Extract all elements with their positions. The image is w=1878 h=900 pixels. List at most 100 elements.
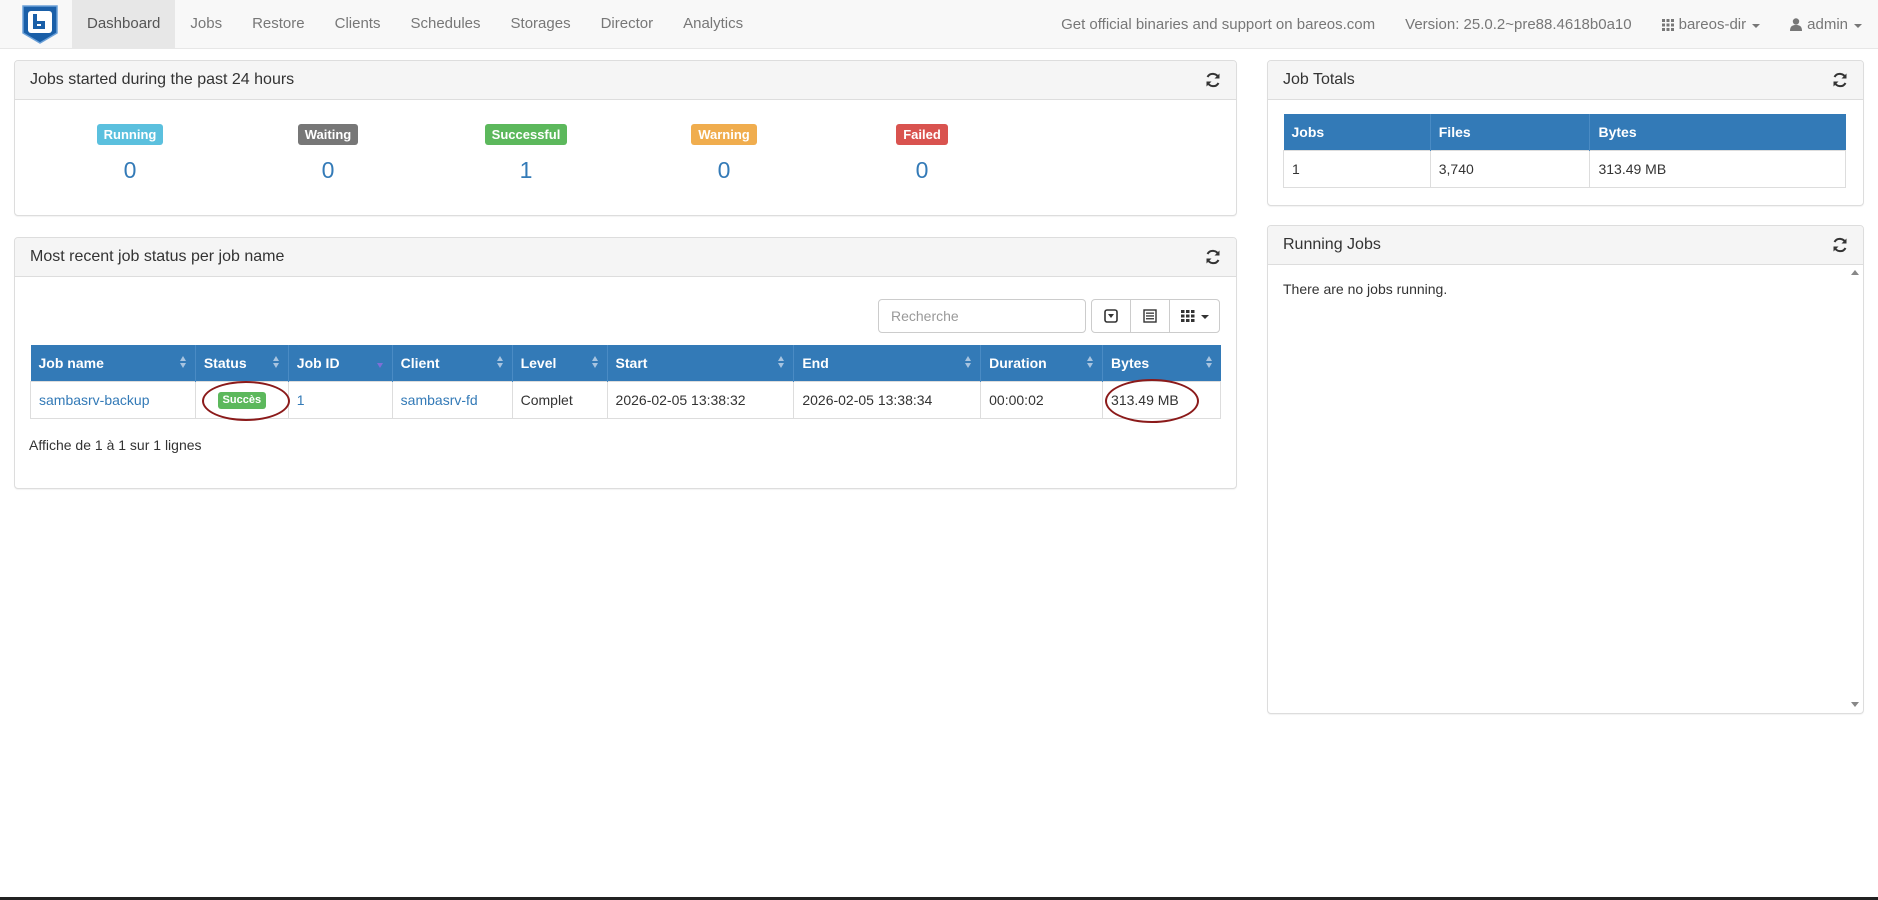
sort-icon [778, 356, 785, 370]
panel-title: Jobs started during the past 24 hours [30, 71, 295, 88]
refresh-icon[interactable] [1831, 71, 1849, 89]
sort-desc-icon [376, 356, 384, 370]
col-jobs: Jobs [1283, 114, 1431, 150]
nav-restore[interactable]: Restore [237, 0, 320, 49]
scroll-down-arrow-icon[interactable] [1851, 702, 1859, 707]
table-row: 1 3,740 313.49 MB [1283, 149, 1846, 188]
files-total-cell: 3,740 [1429, 149, 1591, 188]
sort-icon [272, 356, 280, 370]
stat-value: 0 [915, 157, 929, 183]
refresh-icon[interactable] [1204, 248, 1222, 266]
panel-title: Most recent job status per job name [30, 248, 285, 265]
jobs-total-cell: 1 [1283, 149, 1431, 188]
status-badge: Failed [896, 124, 948, 145]
status-badge: Warning [691, 124, 757, 145]
chevron-down-icon [1752, 23, 1761, 28]
version-text: Version: 25.0.2~pre88.4618b0a10 [1405, 16, 1632, 33]
panel-heading: Most recent job status per job name [15, 238, 1236, 277]
stat-running[interactable]: Running 0 [70, 124, 190, 184]
status-badge: Running [96, 124, 164, 145]
table-row: sambasrv-backup Succès 1 sambasrv-fd Com… [30, 380, 1221, 419]
main-nav: Dashboard Jobs Restore Clients Schedules… [72, 0, 758, 49]
pagination-info: Affiche de 1 à 1 sur 1 lignes [29, 437, 202, 453]
toggle-pagination-button[interactable] [1091, 299, 1131, 333]
status-badge: Successful [484, 124, 568, 145]
jobs-24h-panel: Jobs started during the past 24 hours Ru… [14, 60, 1237, 216]
stat-failed[interactable]: Failed 0 [862, 124, 982, 184]
sort-icon [591, 356, 599, 370]
panel-title: Job Totals [1283, 71, 1355, 88]
panel-heading: Running Jobs [1268, 226, 1863, 265]
collapse-icon [1104, 309, 1118, 323]
col-bytes[interactable]: Bytes [1102, 345, 1221, 381]
status-badge: Succès [217, 392, 267, 409]
grid-icon [1180, 310, 1194, 322]
user-icon [1790, 18, 1803, 31]
col-job-id[interactable]: Job ID [288, 345, 393, 381]
col-end[interactable]: End [793, 345, 982, 381]
refresh-icon[interactable] [1204, 71, 1222, 89]
col-bytes: Bytes [1589, 114, 1846, 150]
panel-title: Running Jobs [1283, 236, 1381, 253]
nav-clients[interactable]: Clients [320, 0, 396, 49]
recent-jobs-table: Job name Status Job ID Client Level Star… [30, 345, 1221, 419]
status-badge: Waiting [297, 124, 359, 145]
client-link[interactable]: sambasrv-fd [401, 392, 478, 408]
nav-director[interactable]: Director [586, 0, 669, 49]
col-status[interactable]: Status [195, 345, 289, 381]
col-files: Files [1430, 114, 1591, 150]
table-toolbar [1091, 299, 1220, 333]
stat-value: 0 [717, 157, 731, 183]
job-name-link[interactable]: sambasrv-backup [39, 392, 150, 408]
running-jobs-panel: Running Jobs There are no jobs running. [1267, 225, 1864, 714]
job-totals-table: Jobs Files Bytes 1 3,740 313.49 MB [1283, 114, 1846, 188]
stat-value: 0 [321, 157, 335, 183]
col-client[interactable]: Client [392, 345, 513, 381]
search-input[interactable] [878, 299, 1086, 333]
no-jobs-message: There are no jobs running. [1283, 281, 1448, 297]
nav-jobs[interactable]: Jobs [175, 0, 237, 49]
end-cell: 2026-02-05 13:38:34 [793, 380, 982, 419]
sort-icon [965, 356, 972, 370]
job-id-link[interactable]: 1 [297, 392, 305, 408]
nav-schedules[interactable]: Schedules [395, 0, 495, 49]
panel-heading: Job Totals [1268, 61, 1863, 100]
stat-successful[interactable]: Successful 1 [466, 124, 586, 184]
level-cell: Complet [511, 380, 608, 419]
col-level[interactable]: Level [512, 345, 608, 381]
duration-cell: 00:00:02 [980, 380, 1104, 419]
sort-icon [1205, 356, 1213, 370]
bytes-total-cell: 313.49 MB [1589, 149, 1846, 188]
sort-icon [1087, 356, 1094, 370]
chevron-down-icon [1200, 315, 1209, 319]
nav-storages[interactable]: Storages [496, 0, 586, 49]
scroll-up-arrow-icon[interactable] [1851, 270, 1859, 275]
col-job-name[interactable]: Job name [30, 345, 196, 381]
start-cell: 2026-02-05 13:38:32 [606, 380, 795, 419]
sort-icon [496, 356, 504, 370]
top-navbar: Dashboard Jobs Restore Clients Schedules… [0, 0, 1878, 49]
chevron-down-icon [1854, 23, 1862, 28]
columns-dropdown-button[interactable] [1169, 299, 1220, 333]
toggle-view-button[interactable] [1130, 299, 1170, 333]
support-link[interactable]: Get official binaries and support on bar… [1061, 16, 1375, 33]
col-duration[interactable]: Duration [980, 345, 1104, 381]
col-start[interactable]: Start [607, 345, 795, 381]
stat-warning[interactable]: Warning 0 [664, 124, 784, 184]
stat-waiting[interactable]: Waiting 0 [268, 124, 388, 184]
nav-analytics[interactable]: Analytics [668, 0, 758, 49]
nav-right: Get official binaries and support on bar… [1061, 0, 1878, 49]
bareos-logo-icon[interactable] [19, 3, 61, 45]
bytes-cell: 313.49 MB [1102, 380, 1221, 419]
sort-icon [179, 356, 187, 370]
nav-dashboard[interactable]: Dashboard [72, 0, 176, 49]
user-dropdown[interactable]: admin [1790, 16, 1862, 33]
list-alt-icon [1143, 309, 1157, 323]
user-name: admin [1807, 16, 1848, 33]
director-dropdown[interactable]: bareos-dir [1661, 16, 1761, 33]
director-name: bareos-dir [1678, 16, 1747, 33]
refresh-icon[interactable] [1831, 236, 1849, 254]
panel-heading: Jobs started during the past 24 hours [15, 61, 1236, 100]
stat-value: 0 [123, 157, 137, 183]
stat-value: 1 [519, 157, 533, 183]
